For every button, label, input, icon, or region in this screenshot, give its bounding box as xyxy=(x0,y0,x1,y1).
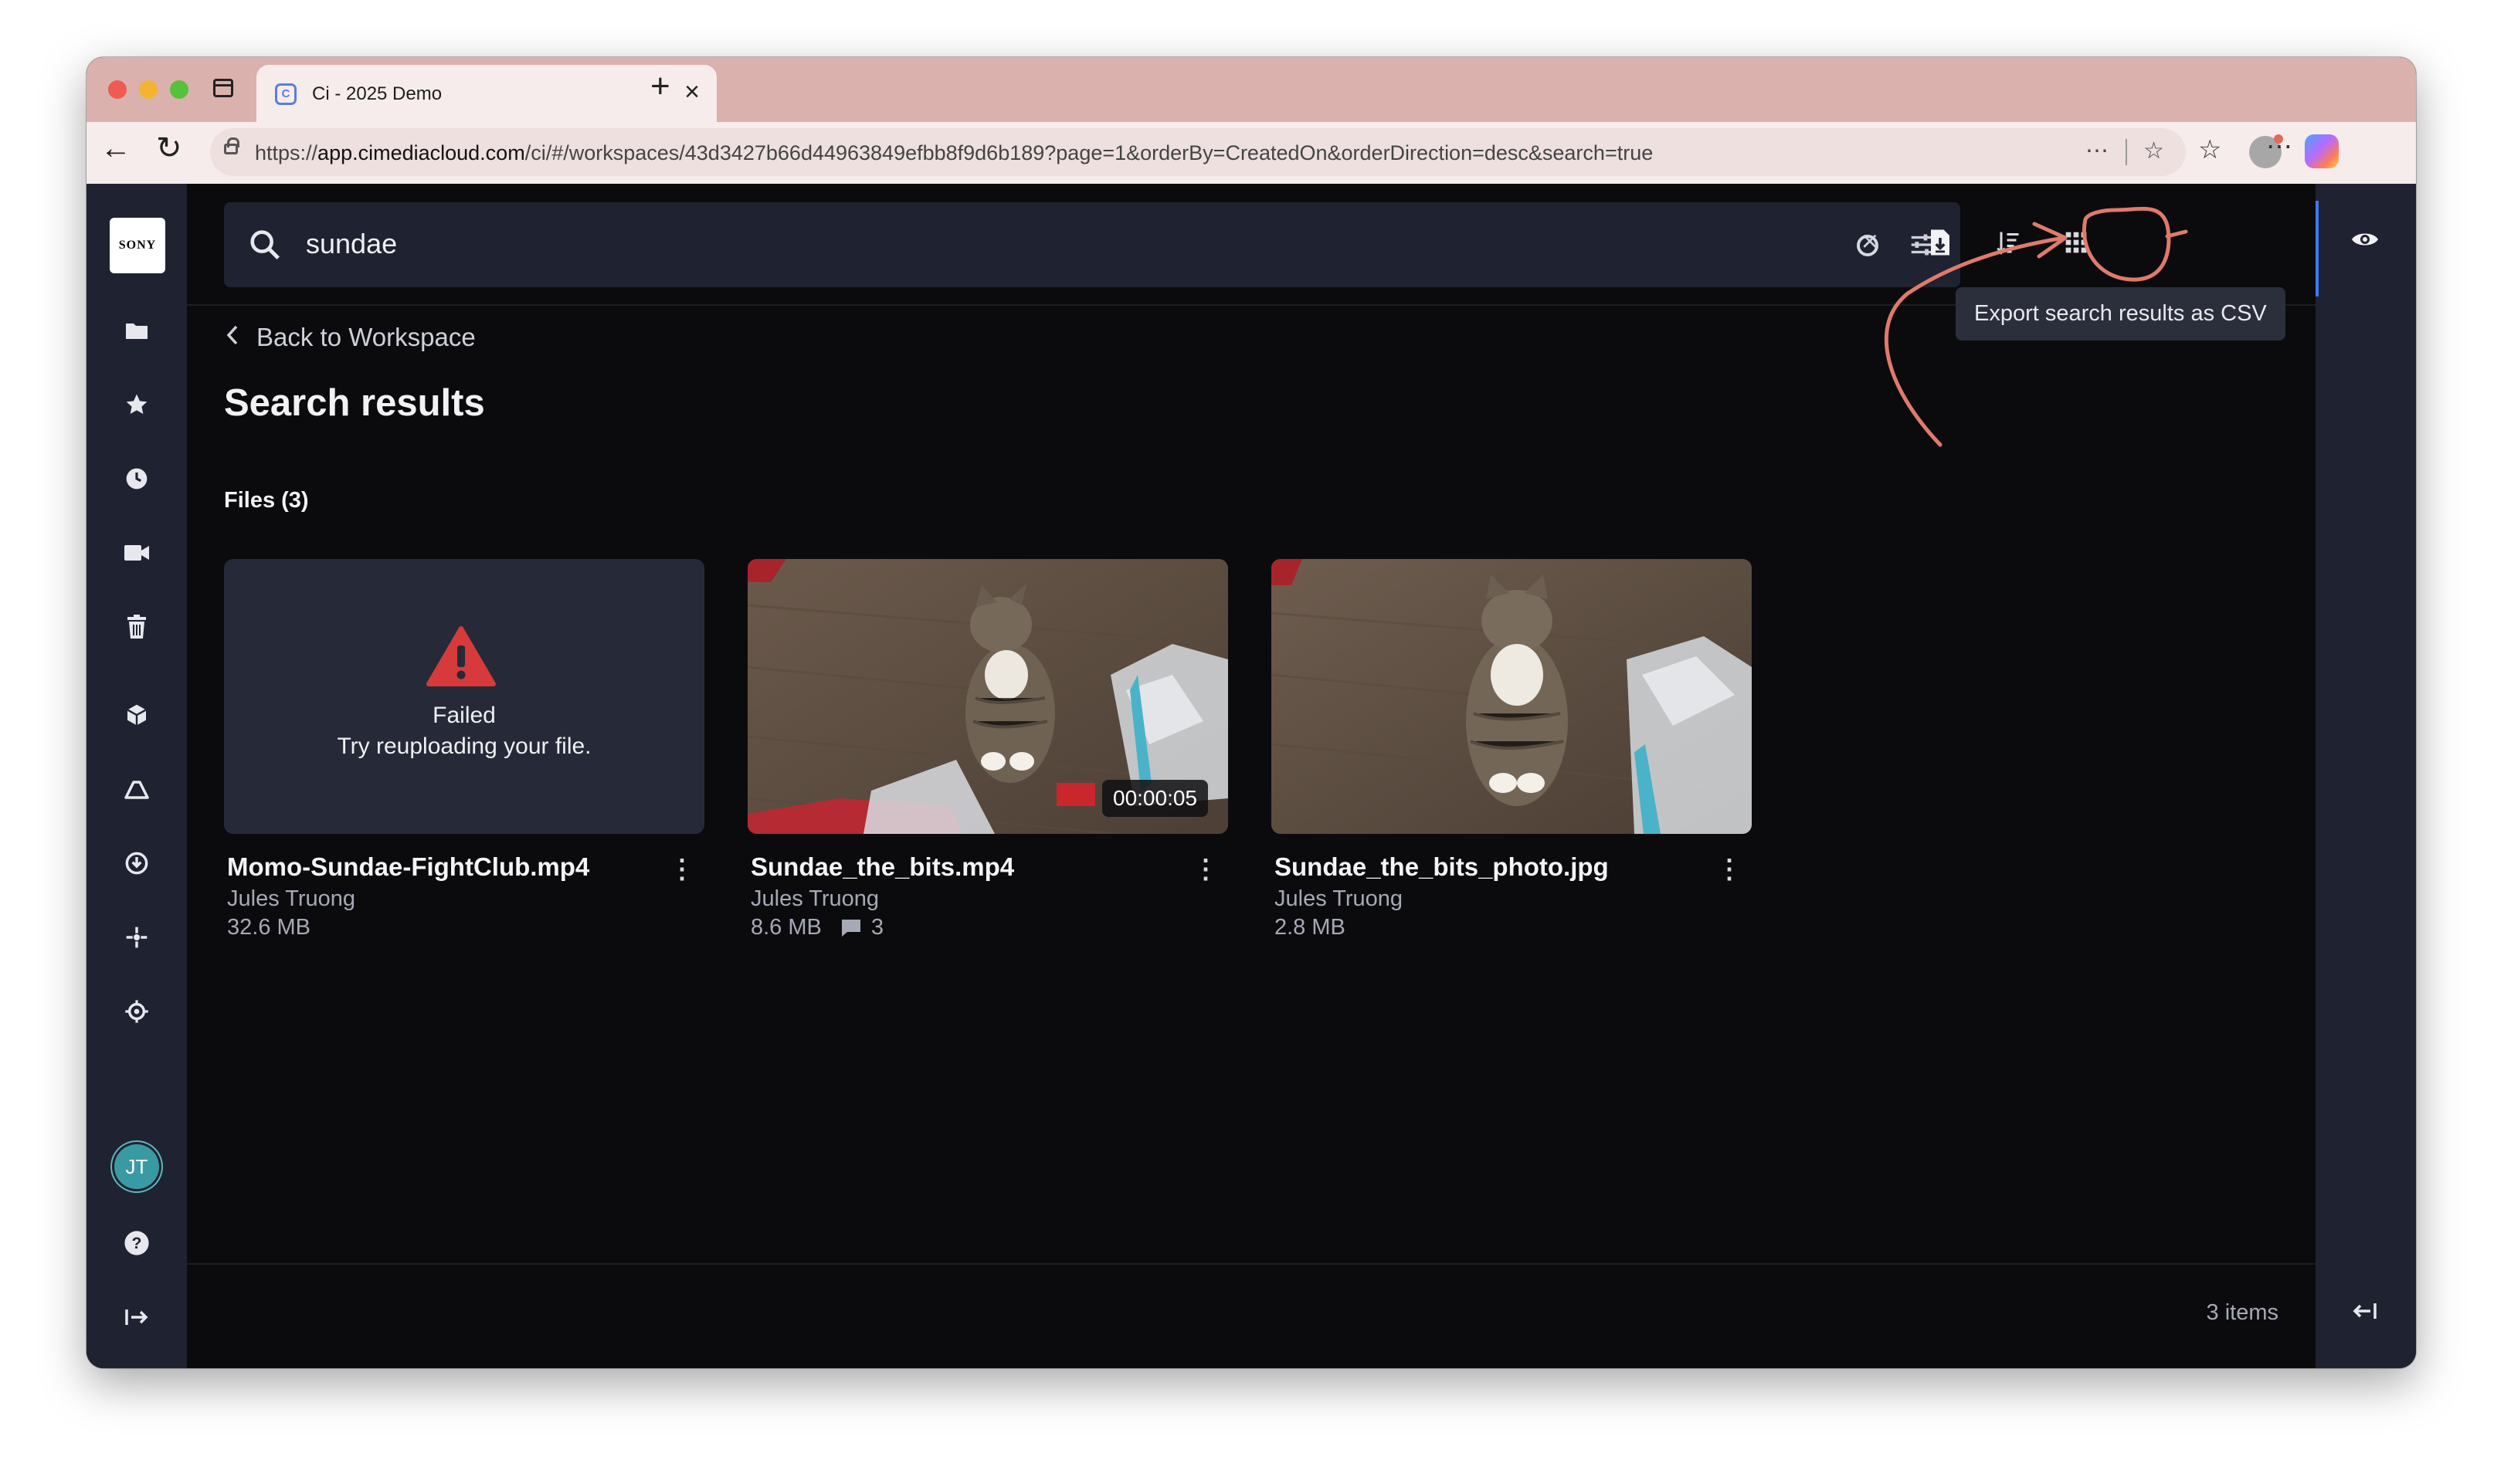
address-row: ← ↻ https://app.cimediacloud.com/ci/#/wo… xyxy=(87,122,2416,184)
clock-icon[interactable] xyxy=(121,463,152,494)
sony-logo[interactable]: SONY xyxy=(110,218,165,273)
file-size: 32.6 MB xyxy=(227,915,310,940)
folder-icon[interactable] xyxy=(121,315,152,346)
comment-icon xyxy=(841,919,860,937)
download-circle-icon[interactable] xyxy=(121,848,152,879)
video-duration-badge: 00:00:05 xyxy=(1102,780,1208,817)
back-label: Back to Workspace xyxy=(256,323,476,351)
page-title: Search results xyxy=(224,382,485,424)
file-meta: 8.6 MB 3 xyxy=(751,915,1228,940)
warning-icon xyxy=(426,626,496,686)
sidebar-toggle-icon[interactable] xyxy=(213,79,233,97)
file-meta: 2.8 MB xyxy=(1274,915,1752,940)
chevron-left-icon xyxy=(226,323,239,352)
left-nav: SONY JT ? xyxy=(87,184,187,1368)
favorites-icon[interactable]: ☆ xyxy=(2198,134,2221,165)
file-size: 2.8 MB xyxy=(1274,915,1345,940)
omnibox-divider xyxy=(2126,139,2127,165)
more-menu-icon[interactable]: ⋯ xyxy=(2266,131,2292,162)
search-input[interactable] xyxy=(304,227,1698,261)
browser-tab[interactable]: C Ci - 2025 Demo × xyxy=(256,65,717,122)
logout-icon[interactable] xyxy=(121,1302,152,1333)
address-bar[interactable]: https://app.cimediacloud.com/ci/#/worksp… xyxy=(210,128,2186,176)
panel-active-indicator xyxy=(2316,201,2319,296)
minimize-window-button[interactable] xyxy=(139,80,158,99)
trash-icon[interactable] xyxy=(121,612,152,642)
video-thumbnail[interactable]: 00:00:05 xyxy=(748,559,1228,834)
file-size: 8.6 MB xyxy=(751,915,822,940)
file-card[interactable]: 00:00:05 Sundae_the_bits.mp4 Jules Truon… xyxy=(748,559,1228,940)
file-owner: Jules Truong xyxy=(1274,886,1403,911)
file-name[interactable]: Sundae_the_bits.mp4 xyxy=(751,852,1228,882)
file-card[interactable]: Sundae_the_bits_photo.jpg Jules Truong 2… xyxy=(1271,559,1752,940)
copilot-icon[interactable] xyxy=(2305,134,2339,168)
new-tab-icon[interactable]: + xyxy=(650,69,670,103)
cat-photo-image xyxy=(1271,559,1752,834)
url-prefix: https:// xyxy=(255,141,318,164)
browser-window: C Ci - 2025 Demo × + ← ↻ https://app.cim… xyxy=(87,57,2416,1368)
sort-icon[interactable] xyxy=(1990,224,2027,261)
cloud-drive-icon[interactable] xyxy=(121,774,152,805)
file-download-icon xyxy=(1931,229,1949,256)
more-options-icon[interactable]: ⋮ xyxy=(1193,854,1219,885)
page-options-icon[interactable]: ⋯ xyxy=(2085,137,2109,164)
failed-subtitle: Try reuploading your file. xyxy=(337,734,592,759)
footer-divider xyxy=(187,1263,2316,1265)
search-icon xyxy=(250,230,280,260)
main-content: × Export search results as CSV Back to W xyxy=(187,184,2316,1368)
export-csv-button[interactable] xyxy=(1922,224,1959,261)
file-owner: Jules Truong xyxy=(751,886,880,911)
more-options-icon[interactable]: ⋮ xyxy=(1716,854,1742,885)
close-window-button[interactable] xyxy=(108,80,127,99)
more-options-icon[interactable]: ⋮ xyxy=(669,854,695,885)
star-icon[interactable] xyxy=(121,389,152,420)
comments-count[interactable]: 3 xyxy=(840,915,884,940)
video-camera-icon[interactable] xyxy=(121,537,152,568)
file-name[interactable]: Sundae_the_bits_photo.jpg xyxy=(1274,852,1752,882)
lock-icon xyxy=(224,137,239,154)
file-owner: Jules Truong xyxy=(227,886,356,911)
search-bar[interactable]: × xyxy=(224,202,1960,287)
search-options-icon[interactable] xyxy=(1849,227,1886,264)
collapse-panel-icon[interactable] xyxy=(2350,1296,2380,1326)
back-arrow-icon[interactable]: ← xyxy=(100,133,131,164)
url-text[interactable]: https://app.cimediacloud.com/ci/#/worksp… xyxy=(255,141,1653,165)
comments-count-value: 3 xyxy=(870,915,884,940)
photo-thumbnail[interactable] xyxy=(1271,559,1752,834)
tab-close-icon[interactable]: × xyxy=(684,79,700,105)
integrations-icon[interactable] xyxy=(121,922,152,953)
user-avatar[interactable]: JT xyxy=(114,1144,159,1189)
files-count-label: Files (3) xyxy=(224,488,309,513)
eye-icon[interactable] xyxy=(2350,224,2380,255)
help-icon[interactable]: ? xyxy=(121,1228,152,1259)
bookmark-star-icon[interactable]: ☆ xyxy=(2143,137,2164,164)
app: SONY JT ? sundae × Export search results… xyxy=(87,184,2416,1368)
export-tooltip: Export search results as CSV xyxy=(1956,287,2285,341)
file-meta: 32.6 MB xyxy=(227,915,704,940)
svg-text:?: ? xyxy=(132,1234,142,1252)
failed-title: Failed xyxy=(433,703,496,728)
url-rest: /ci/#/workspaces/43d3427b66d44963849efbb… xyxy=(524,141,1654,164)
failed-thumbnail[interactable]: Failed Try reuploading your file. xyxy=(224,559,704,834)
items-count: 3 items xyxy=(2206,1300,2278,1325)
file-name[interactable]: Momo-Sundae-FightClub.mp4 xyxy=(227,852,704,882)
tab-bar: C Ci - 2025 Demo × + xyxy=(87,57,2416,122)
reload-icon[interactable]: ↻ xyxy=(156,133,182,164)
url-domain: app.cimediacloud.com xyxy=(317,141,525,164)
right-panel xyxy=(2316,184,2416,1368)
target-icon[interactable] xyxy=(121,996,152,1027)
box-icon[interactable] xyxy=(121,700,152,730)
file-card[interactable]: Failed Try reuploading your file. Momo-S… xyxy=(224,559,704,940)
favicon-icon: C xyxy=(275,83,297,105)
maximize-window-button[interactable] xyxy=(170,80,188,99)
tab-title: Ci - 2025 Demo xyxy=(312,83,443,104)
back-to-workspace-link[interactable]: Back to Workspace xyxy=(226,323,476,352)
grid-view-icon[interactable] xyxy=(2058,224,2095,261)
